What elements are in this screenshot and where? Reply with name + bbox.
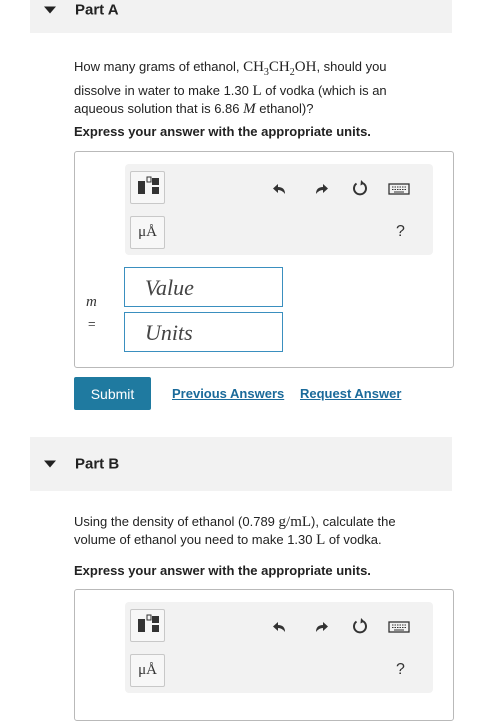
undo-icon[interactable] [271, 180, 289, 198]
part-b-title: Part B [75, 455, 120, 473]
math-toolbar: μÅ ? [125, 164, 433, 255]
part-a-express-instruction: Express your answer with the appropriate… [74, 124, 371, 139]
previous-answers-link[interactable]: Previous Answers [172, 386, 284, 401]
part-a-answer-box: μÅ ? m = Value Units [74, 151, 454, 368]
help-icon[interactable]: ? [396, 223, 405, 241]
question-text: How many grams of ethanol, [74, 59, 244, 74]
math-toolbar: μÅ ? [125, 602, 433, 693]
templates-icon[interactable] [130, 171, 165, 204]
keyboard-icon[interactable] [388, 180, 410, 198]
redo-icon[interactable] [312, 180, 330, 198]
part-b-answer-box: μÅ ? [74, 589, 454, 721]
part-b-express-instruction: Express your answer with the appropriate… [74, 563, 371, 578]
units-symbol-button[interactable]: μÅ [130, 216, 165, 249]
redo-icon[interactable] [312, 618, 330, 636]
keyboard-icon[interactable] [388, 618, 410, 636]
collapse-triangle-icon[interactable] [44, 460, 56, 468]
formula-ethanol: CH3CH2OH [243, 59, 317, 78]
equals-sign: = [88, 316, 96, 331]
collapse-triangle-icon[interactable] [44, 6, 56, 14]
reset-icon[interactable] [351, 617, 369, 635]
units-symbol-button[interactable]: μÅ [130, 654, 165, 687]
request-answer-link[interactable]: Request Answer [300, 386, 401, 401]
part-b-header[interactable]: Part B [30, 437, 452, 491]
units-input[interactable]: Units [124, 312, 283, 352]
part-a-header[interactable]: Part A [30, 0, 452, 33]
part-b-question: Using the density of ethanol (0.789 g/mL… [74, 514, 396, 548]
reset-icon[interactable] [351, 179, 369, 197]
templates-icon[interactable] [130, 609, 165, 642]
undo-icon[interactable] [271, 618, 289, 636]
part-a-title: Part A [75, 1, 119, 19]
variable-m: m [86, 294, 97, 310]
part-a-question: How many grams of ethanol, CH3CH2OH, sho… [74, 59, 387, 117]
value-input[interactable]: Value [124, 267, 283, 307]
submit-button[interactable]: Submit [74, 377, 151, 410]
help-icon[interactable]: ? [396, 661, 405, 679]
